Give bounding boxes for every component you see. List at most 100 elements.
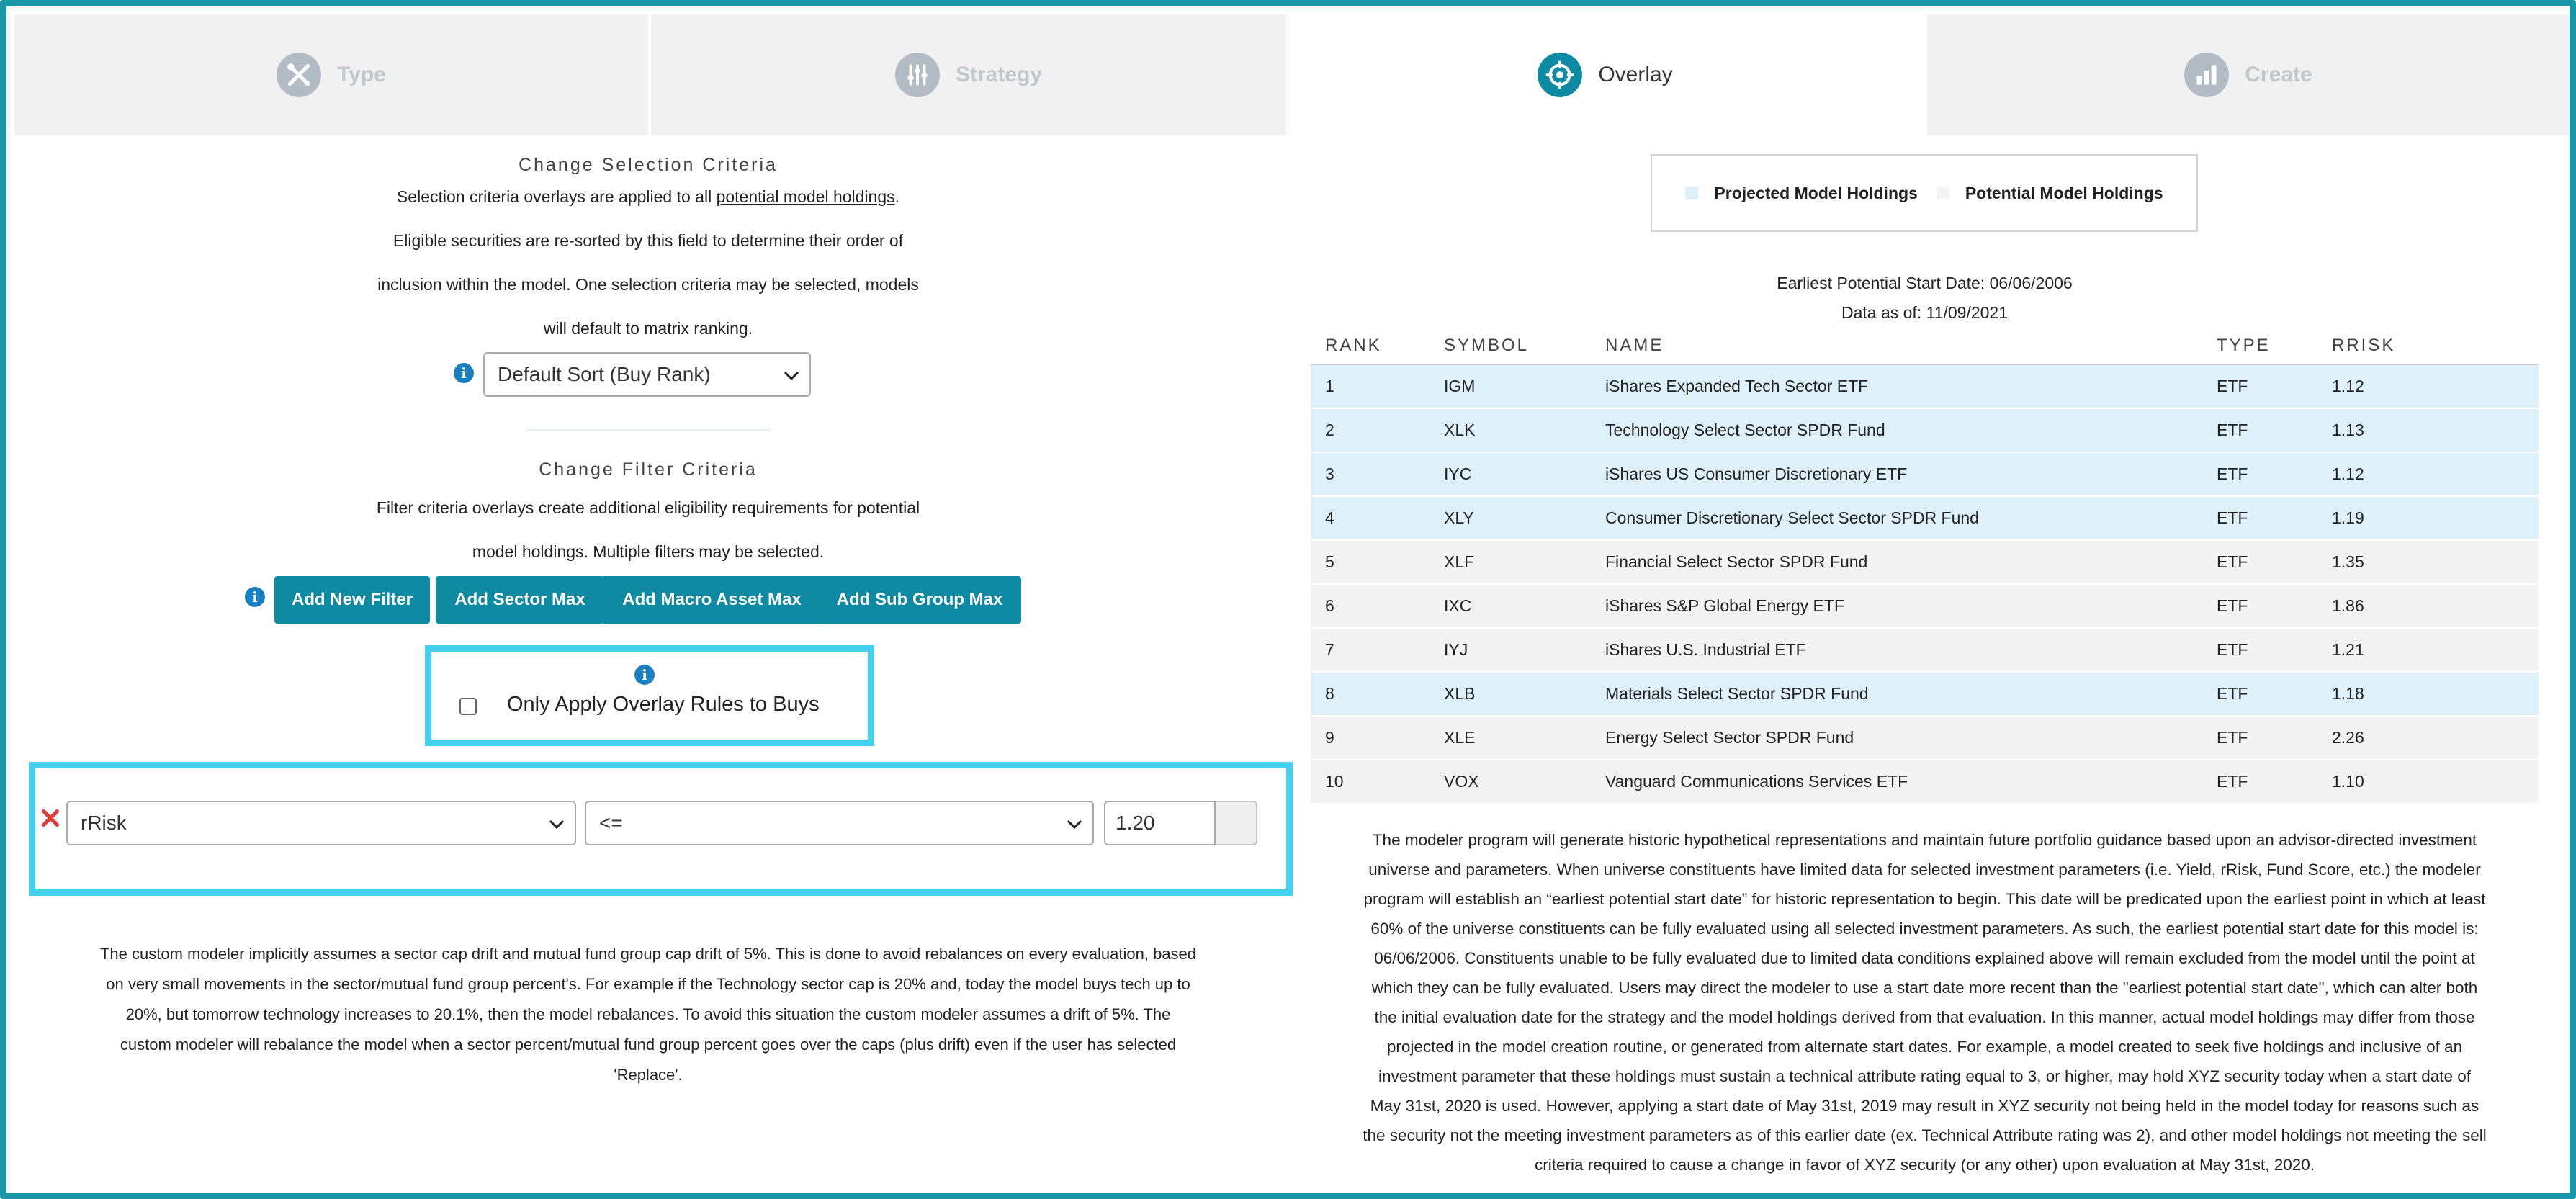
type-cell: ETF — [2217, 540, 2332, 585]
type-cell: ETF — [2217, 760, 2332, 804]
tab-strategy[interactable]: Strategy — [651, 14, 1286, 135]
add-sector-max-button[interactable]: Add Sector Max — [436, 576, 604, 624]
only-buys-info-icon[interactable]: i — [634, 665, 655, 685]
type-cell: ETF — [2217, 496, 2332, 541]
name-cell: Consumer Discretionary Select Sector SPD… — [1605, 496, 2217, 541]
sliders-icon — [894, 53, 940, 97]
rank-cell: 6 — [1311, 584, 1444, 629]
data-as-of: Data as of: 11/09/2021 — [1841, 303, 2009, 322]
holdings-legend: Projected Model Holdings Potential Model… — [1651, 154, 2198, 232]
rrisk-cell: 1.12 — [2332, 452, 2539, 497]
filter-info-icon[interactable]: i — [245, 587, 265, 607]
section-divider — [526, 429, 771, 431]
remove-rule-icon[interactable] — [40, 808, 60, 832]
table-row[interactable]: 7 IYJ iShares U.S. Industrial ETF ETF 1.21 — [1311, 628, 2539, 673]
symbol-cell: XLK — [1444, 408, 1605, 453]
table-row[interactable]: 2 XLK Technology Select Sector SPDR Fund ET… — [1311, 408, 2539, 453]
rrisk-cell: 2.26 — [2332, 716, 2539, 760]
table-row[interactable]: 3 IYC iShares US Consumer Discretionary ET… — [1311, 452, 2539, 497]
rank-cell: 1 — [1311, 364, 1444, 409]
type-cell: ETF — [2217, 672, 2332, 717]
projected-swatch — [1685, 187, 1699, 199]
wrench-icon — [277, 53, 322, 97]
table-row[interactable]: 4 XLY Consumer Discretionary Select Sector… — [1311, 496, 2539, 541]
symbol-cell: IGM — [1444, 364, 1605, 409]
rank-cell: 8 — [1311, 672, 1444, 717]
potential-swatch — [1936, 187, 1949, 199]
rank-cell: 4 — [1311, 496, 1444, 541]
col-type: TYPE — [2217, 328, 2332, 365]
symbol-cell: IXC — [1444, 584, 1605, 629]
rank-cell: 5 — [1311, 540, 1444, 585]
selection-criteria-description: Selection criteria overlays are applied … — [377, 187, 919, 338]
chevron-down-icon — [1067, 812, 1082, 835]
symbol-cell: XLY — [1444, 496, 1605, 541]
sort-criteria-select[interactable]: Default Sort (Buy Rank) — [483, 352, 811, 397]
name-cell: Technology Select Sector SPDR Fund — [1605, 408, 2217, 453]
type-cell: ETF — [2217, 408, 2332, 453]
potential-holdings-link[interactable]: potential model holdings — [717, 187, 895, 206]
holdings-table: RANK SYMBOL NAME TYPE RRISK 1 IGM iShares … — [1311, 328, 2539, 804]
rrisk-cell: 1.19 — [2332, 496, 2539, 541]
symbol-cell: IYC — [1444, 452, 1605, 497]
type-cell: ETF — [2217, 364, 2332, 409]
rank-cell: 10 — [1311, 760, 1444, 804]
add-macro-asset-max-button[interactable]: Add Macro Asset Max — [601, 576, 822, 624]
tab-overlay[interactable]: Overlay — [1286, 14, 1924, 135]
drift-note: The custom modeler implicitly assumes a … — [99, 945, 1197, 1084]
selection-info-icon[interactable]: i — [454, 363, 474, 383]
tab-type[interactable]: Type — [14, 14, 648, 135]
add-new-filter-button[interactable]: Add New Filter — [274, 576, 430, 624]
start-date-disclaimer: The modeler program will generate histor… — [1363, 831, 2487, 1174]
table-row[interactable]: 5 XLF Financial Select Sector SPDR Fund ETF… — [1311, 540, 2539, 585]
symbol-cell: XLB — [1444, 672, 1605, 717]
symbol-cell: VOX — [1444, 760, 1605, 804]
rrisk-cell: 1.21 — [2332, 628, 2539, 673]
name-cell: Financial Select Sector SPDR Fund — [1605, 540, 2217, 585]
table-row[interactable]: 6 IXC iShares S&P Global Energy ETF ETF 1.86 — [1311, 584, 2539, 629]
type-cell: ETF — [2217, 584, 2332, 629]
rrisk-cell: 1.13 — [2332, 408, 2539, 453]
add-sub-group-max-button[interactable]: Add Sub Group Max — [818, 576, 1021, 624]
rank-cell: 3 — [1311, 452, 1444, 497]
name-cell: Vanguard Communications Services ETF — [1605, 760, 2217, 804]
rule-value-addon — [1216, 801, 1257, 845]
rule-operator-select[interactable]: <= — [585, 801, 1094, 845]
name-cell: iShares S&P Global Energy ETF — [1605, 584, 2217, 629]
bar-chart-icon — [2184, 53, 2230, 97]
rrisk-cell: 1.86 — [2332, 584, 2539, 629]
tab-create[interactable]: Create — [1927, 14, 2570, 135]
symbol-cell: IYJ — [1444, 628, 1605, 673]
only-buys-checkbox[interactable] — [459, 698, 477, 715]
symbol-cell: XLF — [1444, 540, 1605, 585]
table-row[interactable]: 9 XLE Energy Select Sector SPDR Fund ETF 2.2… — [1311, 716, 2539, 760]
tab-label: Type — [337, 63, 386, 86]
name-cell: Energy Select Sector SPDR Fund — [1605, 716, 2217, 760]
tab-label: Create — [2245, 63, 2312, 86]
table-row[interactable]: 1 IGM iShares Expanded Tech Sector ETF ETF 1… — [1311, 364, 2539, 409]
rank-cell: 9 — [1311, 716, 1444, 760]
rrisk-cell: 1.35 — [2332, 540, 2539, 585]
rule-field-select[interactable]: rRisk — [66, 801, 576, 845]
table-row[interactable]: 8 XLB Materials Select Sector SPDR Fund ETF… — [1311, 672, 2539, 717]
rrisk-cell: 1.18 — [2332, 672, 2539, 717]
col-name: NAME — [1605, 328, 2217, 365]
rule-value-input[interactable]: 1.20 — [1104, 801, 1216, 845]
col-symbol: SYMBOL — [1444, 328, 1605, 365]
table-header-row: RANK SYMBOL NAME TYPE RRISK — [1311, 328, 2539, 365]
target-icon — [1538, 53, 1583, 97]
chevron-down-icon — [549, 812, 565, 835]
table-row[interactable]: 10 VOX Vanguard Communications Services ET… — [1311, 760, 2539, 804]
name-cell: Materials Select Sector SPDR Fund — [1605, 672, 2217, 717]
symbol-cell: XLE — [1444, 716, 1605, 760]
rank-cell: 7 — [1311, 628, 1444, 673]
filter-criteria-heading: Change Filter Criteria — [539, 459, 758, 480]
potential-legend-label: Potential Model Holdings — [1965, 183, 2163, 202]
chevron-down-icon — [784, 363, 799, 386]
rrisk-cell: 1.12 — [2332, 364, 2539, 409]
rank-cell: 2 — [1311, 408, 1444, 453]
col-rrisk: RRISK — [2332, 328, 2539, 365]
type-cell: ETF — [2217, 452, 2332, 497]
col-rank: RANK — [1311, 328, 1444, 365]
wizard-tabs: Type Strategy Overlay Create — [14, 14, 2576, 135]
